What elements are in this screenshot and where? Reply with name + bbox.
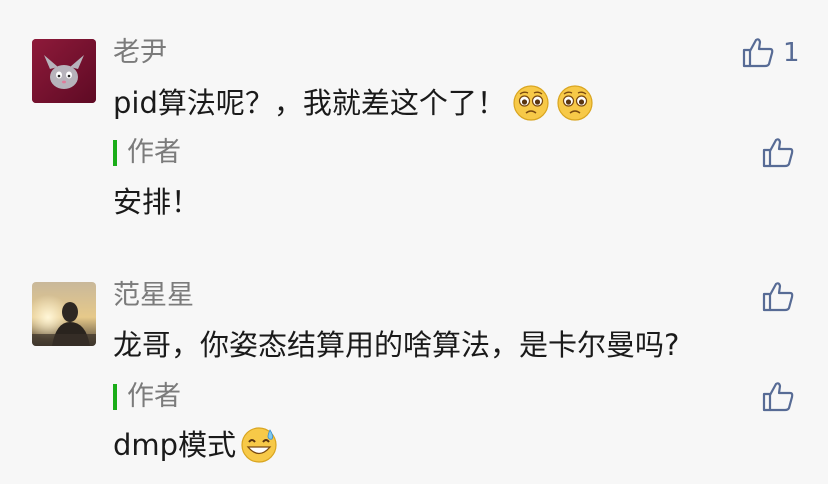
comment-username[interactable]: 范星星 — [113, 281, 194, 311]
thumbs-up-icon — [762, 382, 794, 412]
reply-text-content: dmp模式 — [113, 428, 237, 462]
comment-username[interactable]: 老尹 — [113, 38, 167, 68]
author-marker-bar — [113, 140, 117, 166]
grinning-sweat-icon — [240, 426, 278, 464]
comment-text: pid算法呢？，我就差这个了！ — [113, 84, 594, 122]
author-label: 作者 — [127, 137, 181, 168]
reply-text: 安排！ — [113, 185, 201, 219]
reply-like-button[interactable] — [761, 137, 795, 169]
comment-text-content: pid算法呢？，我就差这个了！ — [113, 86, 506, 120]
avatar[interactable] — [32, 282, 96, 346]
thumbs-up-icon — [742, 38, 774, 68]
avatar[interactable] — [32, 39, 96, 103]
pleading-face-icon — [512, 84, 550, 122]
thumbs-up-icon — [762, 138, 794, 168]
author-reply-header: 作者 — [113, 381, 181, 412]
reply-text: dmp模式 — [113, 426, 278, 464]
author-label: 作者 — [127, 381, 181, 412]
thumbs-up-icon — [762, 282, 794, 312]
like-button[interactable]: 1 — [741, 37, 800, 69]
author-marker-bar — [113, 384, 117, 410]
pleading-face-icon — [556, 84, 594, 122]
comment-text: 龙哥，你姿态结算用的啥算法，是卡尔曼吗? — [113, 328, 680, 362]
like-count: 1 — [783, 38, 800, 68]
like-button[interactable] — [761, 281, 795, 313]
author-reply-header: 作者 — [113, 137, 181, 168]
reply-like-button[interactable] — [761, 381, 795, 413]
